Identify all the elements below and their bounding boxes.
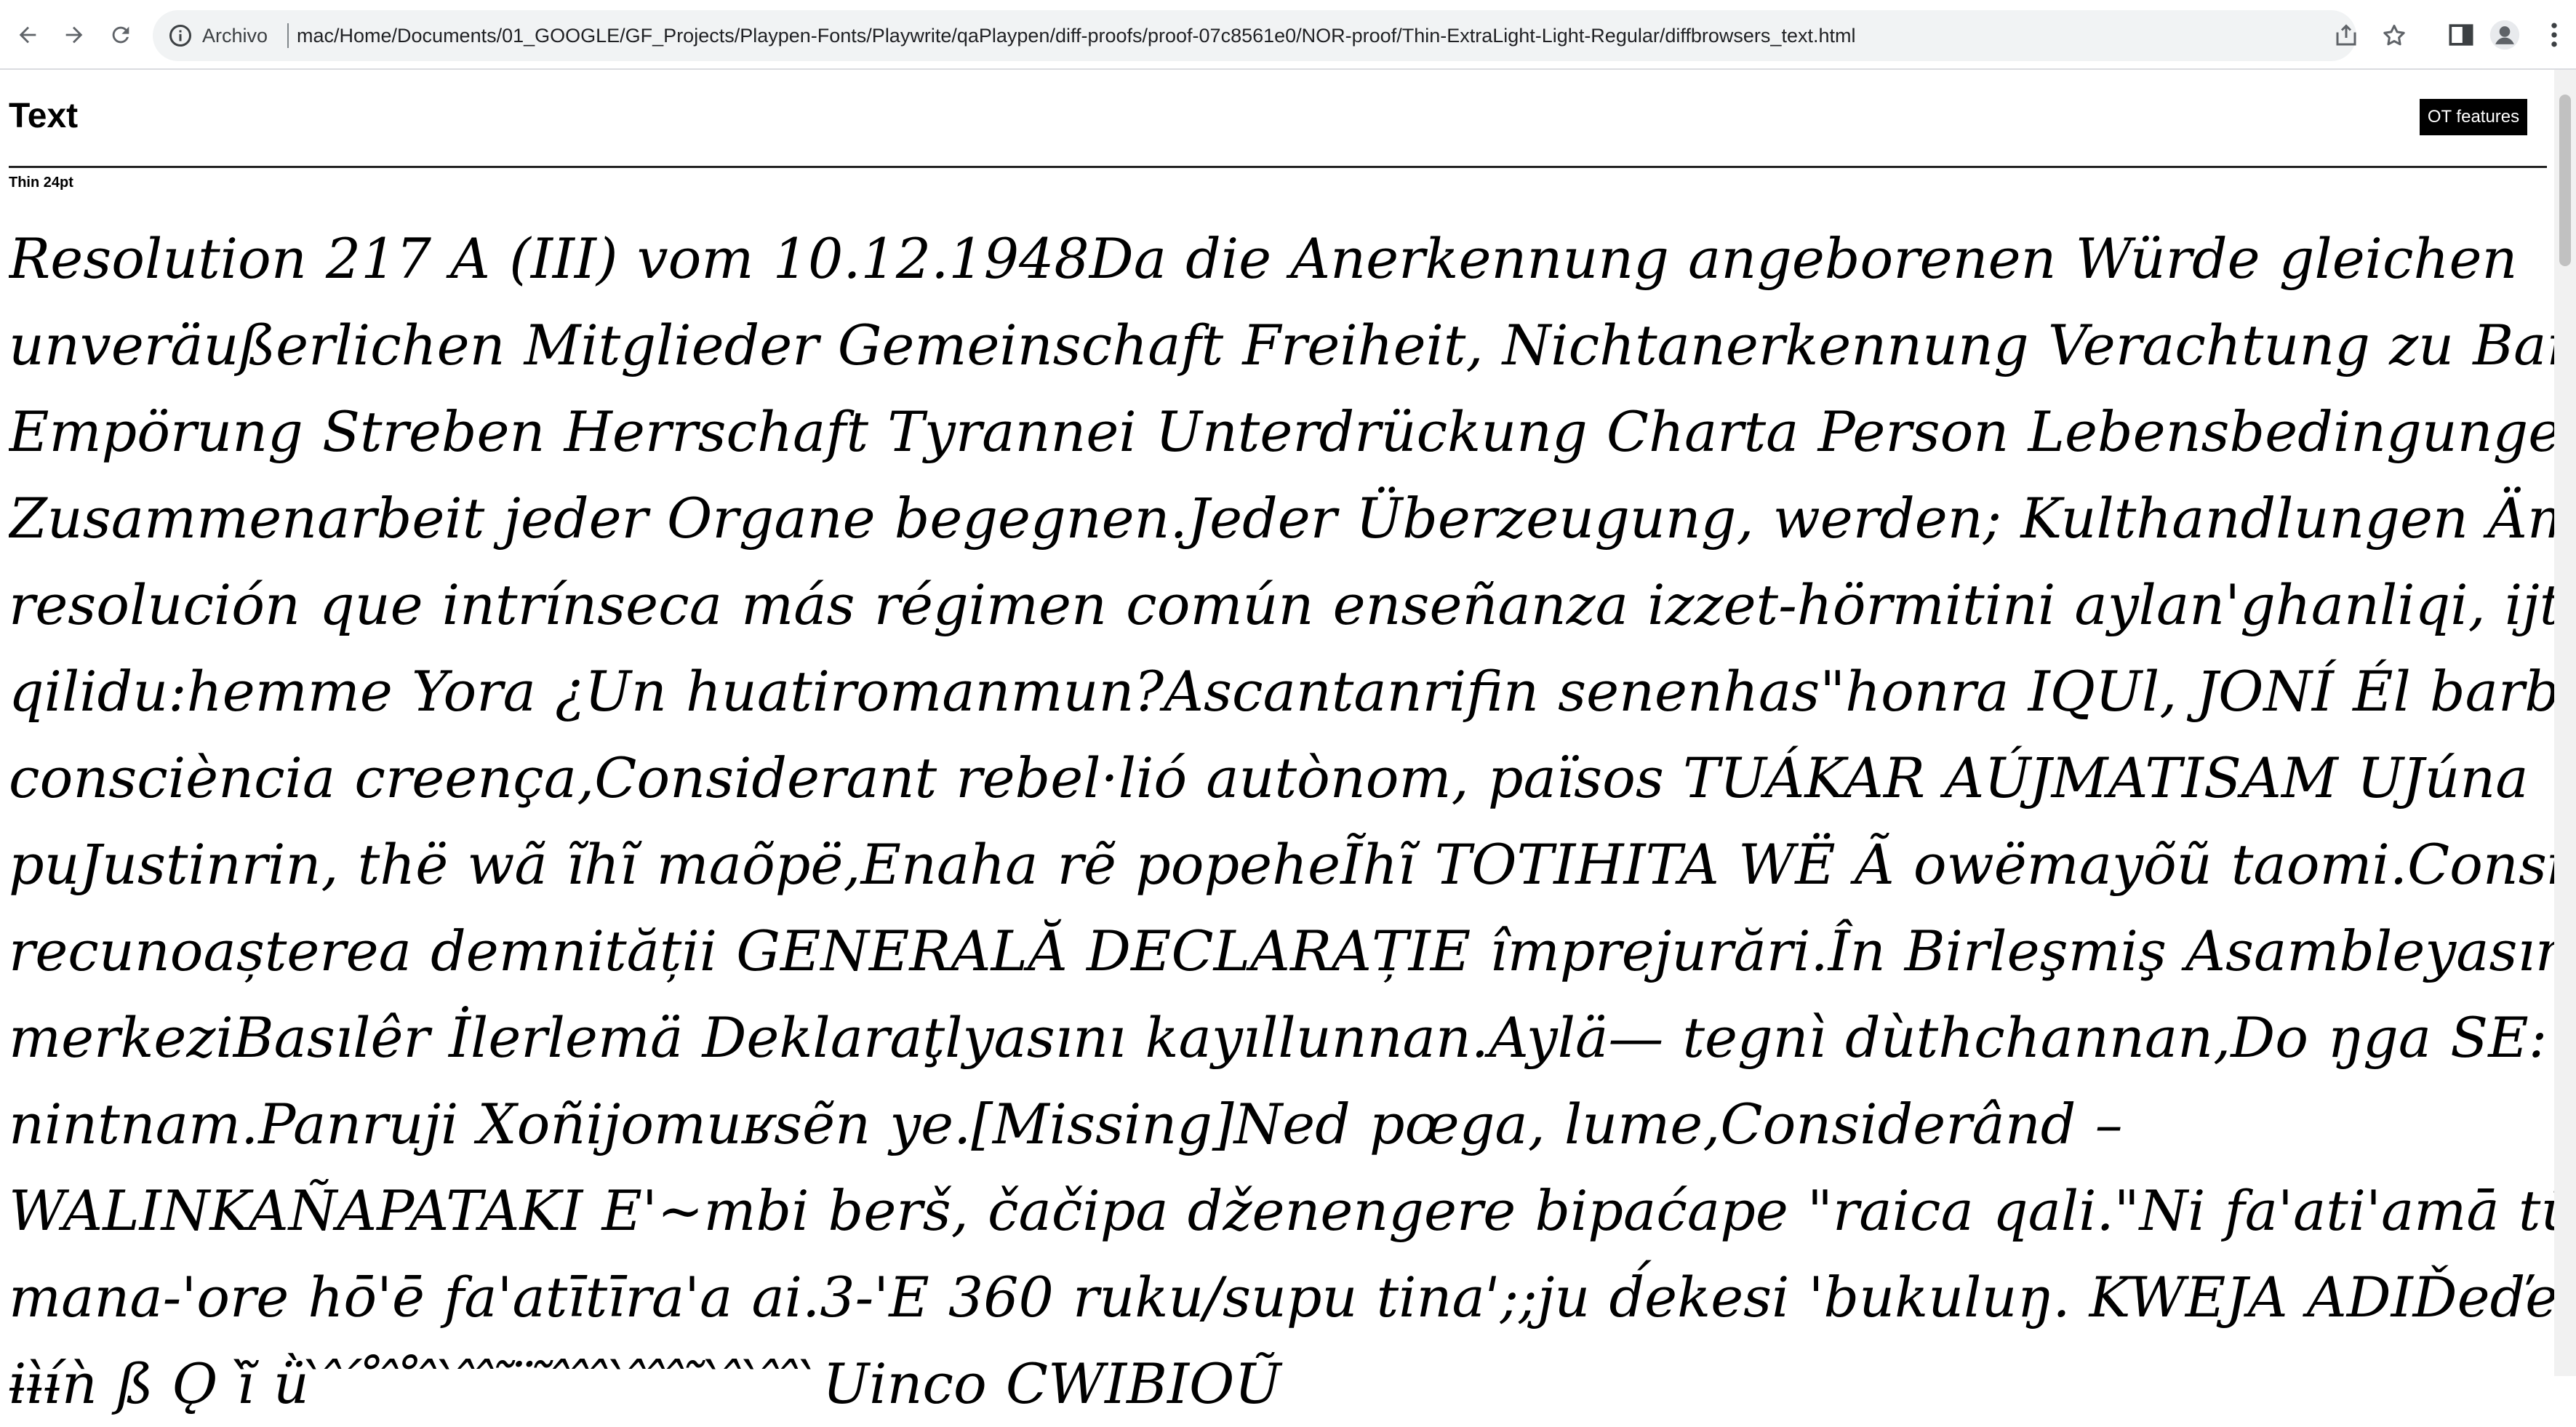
vertical-scrollbar[interactable] — [2554, 70, 2576, 1376]
sample-text-block: Resolution 217 A (III) vom 10.12.1948Da … — [9, 215, 2554, 1427]
page-title: Text — [9, 97, 79, 135]
sample-text-line: WALINKAÑAPATAKI E'~mbi berš, čačipa džen… — [9, 1178, 2554, 1243]
chip-divider — [287, 23, 289, 48]
sample-text-line: Resolution 217 A (III) vom 10.12.1948Da … — [9, 226, 2518, 291]
share-icon[interactable] — [2333, 23, 2359, 49]
page-content: Text OT features Thin 24pt Resolution 21… — [0, 70, 2576, 1416]
forward-button[interactable] — [57, 17, 92, 52]
info-icon[interactable] — [167, 23, 193, 49]
sample-text-line: Zusammenarbeit jeder Organe begegnen.Jed… — [9, 486, 2554, 551]
reload-button[interactable] — [103, 17, 138, 52]
sample-text-line: qilidu:hemme Yora ¿Un huatiromanmun?Asca… — [9, 659, 2554, 724]
sample-text-line: merkeziBasılêr İlerlemä Deklaraţlyasını … — [9, 1005, 2554, 1070]
arrow-left-icon — [19, 26, 36, 44]
scrollbar-thumb[interactable] — [2559, 95, 2571, 266]
sample-text-line: recunoașterea demnității GENERALĂ DECLAR… — [9, 919, 2554, 983]
more-menu-icon[interactable] — [2538, 19, 2570, 51]
arrow-right-icon — [65, 26, 83, 44]
sample-text-line: ɨɨ̀ɨ́ǹ ß Ǫ ĩ̀ ǜ ̀ ̂ ́ ̊ ̂ ̊ ̂ ̀ ̂ ̂ ̃ ̈ … — [9, 1351, 1281, 1416]
star-icon[interactable] — [2381, 23, 2407, 49]
sample-text-line: unveräußerlichen Mitglieder Gemeinschaft… — [9, 313, 2554, 377]
ot-features-button[interactable]: OT features — [2420, 99, 2527, 135]
sample-text-line: Empörung Streben Herrschaft Tyrannei Unt… — [9, 399, 2554, 464]
address-bar[interactable]: Archivo mac/Home/Documents/01_GOOGLE/GF_… — [153, 10, 2405, 61]
sample-text-line: consciència creença,Considerant rebel·li… — [9, 746, 2529, 810]
sample-text-line: mana-'ore hō'ē fa'atītīra'a ai.3-'E 360 … — [9, 1265, 2554, 1330]
reload-icon — [112, 26, 129, 44]
file-chip-label: Archivo — [202, 25, 268, 47]
style-label: Thin 24pt — [9, 175, 73, 191]
side-panel-icon[interactable] — [2445, 19, 2477, 51]
title-divider — [9, 166, 2547, 168]
sample-text-line: resolución que intrínseca más régimen co… — [9, 572, 2554, 637]
sample-text-line: puJustinrin, thë wã ĩhĩ maõpë,Enaha rẽ p… — [9, 832, 2554, 897]
browser-toolbar: Archivo mac/Home/Documents/01_GOOGLE/GF_… — [0, 0, 2576, 70]
url-text[interactable]: mac/Home/Documents/01_GOOGLE/GF_Projects… — [297, 10, 1855, 61]
profile-avatar-icon[interactable] — [2489, 19, 2521, 51]
sample-text-line: nintnam.Panruji Xoñijomuʁsẽn ye.[Missing… — [9, 1092, 2123, 1156]
back-button[interactable] — [10, 17, 45, 52]
